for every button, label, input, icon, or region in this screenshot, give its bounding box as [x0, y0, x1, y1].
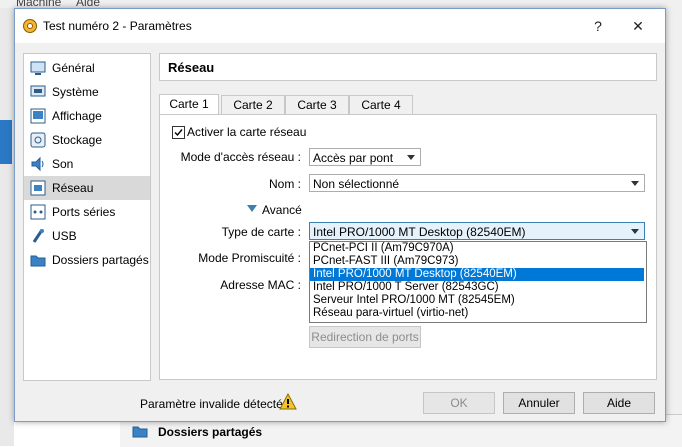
- usb-icon: [32, 229, 44, 243]
- app-gear-icon: [23, 19, 37, 33]
- sound-icon: [31, 156, 44, 172]
- sidebar-item-label: Ports séries: [52, 205, 116, 219]
- panel-header: Réseau: [159, 53, 657, 81]
- sidebar-item-sound[interactable]: Son: [24, 152, 150, 176]
- warning-icon[interactable]: [279, 393, 297, 411]
- panel-title: Réseau: [168, 60, 215, 75]
- card-type-dropdown: PCnet-PCI II (Am79C970A) PCnet-FAST III …: [309, 241, 647, 323]
- card-type-value: Intel PRO/1000 MT Desktop (82540EM): [313, 225, 526, 239]
- sidebar-item-general[interactable]: Général: [24, 56, 150, 80]
- sidebar-item-label: Système: [52, 85, 99, 99]
- ok-button[interactable]: OK: [423, 392, 495, 414]
- background-vm-list: [0, 8, 14, 446]
- help-title-button[interactable]: ?: [583, 15, 613, 37]
- help-button[interactable]: Aide: [583, 392, 655, 414]
- promiscuous-mode-label: Mode Promiscuité :: [198, 251, 301, 265]
- background-right-panel: [664, 8, 682, 446]
- general-icon: [30, 61, 46, 75]
- tab-carte-3[interactable]: Carte 3: [285, 95, 349, 115]
- card-type-option[interactable]: PCnet-PCI II (Am79C970A): [310, 242, 644, 255]
- sidebar-item-label: Réseau: [52, 181, 94, 195]
- enable-adapter-checkbox[interactable]: [172, 126, 185, 139]
- port-forwarding-button[interactable]: Redirection de ports: [309, 326, 421, 348]
- settings-sidebar: Général Système Affichage Stockage Son R…: [23, 53, 151, 381]
- name-select[interactable]: Non sélectionné: [309, 174, 645, 192]
- advanced-toggle[interactable]: Avancé: [247, 203, 337, 219]
- tab-carte-1[interactable]: Carte 1: [159, 94, 219, 116]
- display-icon: [30, 108, 46, 124]
- sidebar-item-label: Stockage: [52, 133, 103, 147]
- sidebar-item-label: Affichage: [52, 109, 102, 123]
- background-selected-vm: [0, 120, 12, 164]
- enable-adapter-label: Activer la carte réseau: [187, 125, 307, 139]
- sidebar-item-network[interactable]: Réseau: [24, 176, 150, 200]
- card-type-option[interactable]: Réseau para-virtuel (virtio-net): [310, 307, 644, 320]
- access-mode-select[interactable]: Accès par pont: [309, 148, 421, 166]
- background-shared-folders-label: Dossiers partagés: [158, 425, 263, 439]
- dialog-title: Test numéro 2 - Paramètres: [43, 19, 192, 33]
- chevron-down-icon: [631, 181, 639, 186]
- settings-dialog: Test numéro 2 - Paramètres ? ✕ Général S…: [14, 8, 666, 422]
- tab-carte-4[interactable]: Carte 4: [349, 95, 413, 115]
- sidebar-item-display[interactable]: Affichage: [24, 104, 150, 128]
- serial-port-icon: [30, 204, 46, 220]
- cancel-button[interactable]: Annuler: [503, 392, 575, 414]
- checkmark-icon: [174, 129, 183, 137]
- shared-folder-icon: [30, 255, 46, 267]
- tab-carte-2[interactable]: Carte 2: [221, 95, 285, 115]
- sidebar-item-shared-folders[interactable]: Dossiers partagés: [24, 248, 150, 272]
- access-mode-label: Mode d'accès réseau :: [180, 150, 301, 164]
- sidebar-item-label: Dossiers partagés: [52, 253, 149, 267]
- card-type-option-selected[interactable]: Intel PRO/1000 MT Desktop (82540EM): [310, 268, 644, 281]
- chevron-down-icon: [407, 155, 415, 160]
- card-type-option[interactable]: Serveur Intel PRO/1000 MT (82545EM): [310, 294, 644, 307]
- system-icon: [30, 85, 46, 97]
- network-icon: [30, 180, 46, 196]
- card-type-label: Type de carte :: [221, 225, 301, 239]
- card-type-option[interactable]: Intel PRO/1000 T Server (82543GC): [310, 281, 644, 294]
- close-button[interactable]: ✕: [623, 15, 653, 37]
- sidebar-item-serial-ports[interactable]: Ports séries: [24, 200, 150, 224]
- background-menu-aide: Aide: [76, 0, 101, 8]
- sidebar-item-system[interactable]: Système: [24, 80, 150, 104]
- advanced-label: Avancé: [262, 203, 302, 217]
- sidebar-item-usb[interactable]: USB: [24, 224, 150, 248]
- expand-triangle-icon: [247, 205, 257, 212]
- background-menu-machine: Machine: [16, 0, 62, 8]
- sidebar-item-storage[interactable]: Stockage: [24, 128, 150, 152]
- chevron-down-icon: [631, 229, 639, 234]
- folder-icon: [132, 426, 148, 438]
- storage-icon: [30, 132, 46, 148]
- sidebar-item-label: Son: [52, 157, 74, 171]
- access-mode-value: Accès par pont: [313, 151, 394, 165]
- sidebar-item-label: USB: [52, 229, 77, 243]
- card-type-select[interactable]: Intel PRO/1000 MT Desktop (82540EM): [309, 222, 645, 240]
- mac-address-label: Adresse MAC :: [220, 278, 301, 292]
- card-type-option[interactable]: PCnet-FAST III (Am79C973): [310, 255, 644, 268]
- title-bar: Test numéro 2 - Paramètres ? ✕: [15, 9, 665, 43]
- invalid-setting-text: Paramètre invalide détecté: [140, 397, 283, 411]
- sidebar-item-label: Général: [52, 61, 95, 75]
- background-menubar: Machine Aide: [0, 0, 682, 8]
- name-label: Nom :: [268, 177, 301, 191]
- name-value: Non sélectionné: [313, 177, 400, 191]
